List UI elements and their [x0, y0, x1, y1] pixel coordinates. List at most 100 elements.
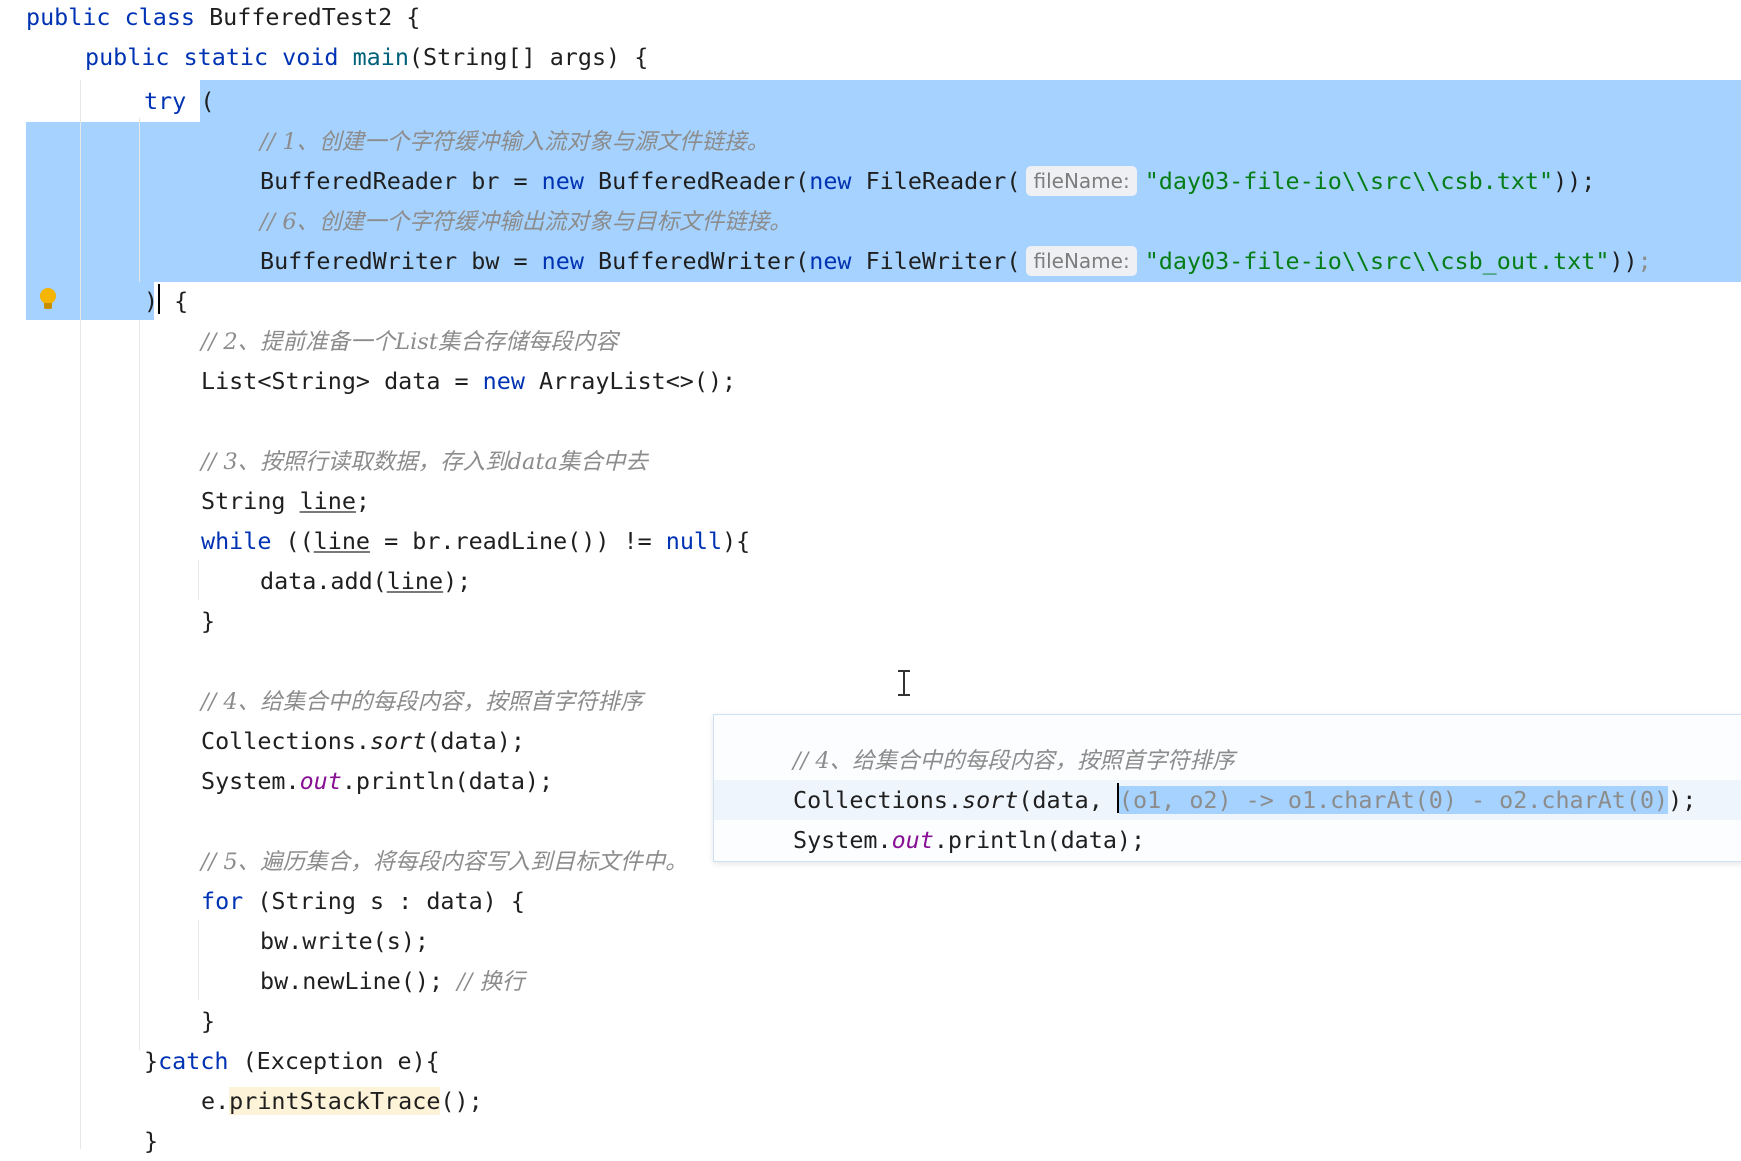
code-line: System.out.println(data);: [201, 761, 553, 801]
code-text: Collections.: [201, 727, 370, 755]
code-line: }: [201, 601, 215, 641]
static-field: out: [891, 826, 934, 854]
code-text: e.: [201, 1087, 230, 1115]
text-cursor-icon: [898, 670, 910, 696]
keyword: new: [809, 167, 852, 195]
code-text: bw.write(s);: [260, 927, 429, 955]
code-line: // 4、给集合中的每段内容，按照首字符排序: [201, 681, 643, 721]
selection-try-resources-top: [200, 80, 1741, 122]
keyword: try: [144, 87, 187, 115]
popup-code-line: Collections.sort(data, (o1, o2) -> o1.ch…: [793, 780, 1696, 820]
code-line: }: [144, 1121, 158, 1161]
indent-guide: [80, 80, 81, 1149]
code-text: ArrayList<>();: [524, 367, 737, 395]
code-text: )): [1609, 247, 1638, 275]
static-field: out: [299, 767, 342, 795]
code-line: ) {: [144, 281, 188, 321]
code-line: String line;: [201, 481, 370, 521]
code-line: // 1、创建一个字符缓冲输入流对象与源文件链接。: [260, 121, 769, 161]
code-text: BufferedReader(: [583, 167, 810, 195]
code-comment: // 4、给集合中的每段内容，按照首字符排序: [201, 689, 643, 715]
code-line: // 6、创建一个字符缓冲输出流对象与目标文件链接。: [260, 201, 792, 241]
code-line: public static void main(String[] args) {: [85, 37, 648, 77]
keyword: public class: [26, 3, 195, 31]
code-line: public class BufferedTest2 {: [26, 0, 420, 37]
code-text: data.add(: [260, 567, 387, 595]
code-comment: // 2、提前准备一个List集合存储每段内容: [201, 329, 618, 355]
code-line: for (String s : data) {: [201, 881, 525, 921]
code-comment: // 1、创建一个字符缓冲输入流对象与源文件链接。: [260, 129, 770, 155]
code-line: e.printStackTrace();: [201, 1081, 483, 1121]
indent-guide: [139, 118, 140, 282]
variable: line: [313, 527, 371, 555]
code-line: while ((line = br.readLine()) != null){: [201, 521, 750, 561]
method-name: sort: [370, 727, 427, 755]
keyword: while: [201, 527, 272, 555]
code-comment: // 6、创建一个字符缓冲输出流对象与目标文件链接。: [260, 209, 792, 235]
keyword: null: [665, 527, 723, 555]
indent-guide: [198, 920, 199, 1000]
code-text: List<String> data =: [201, 367, 483, 395]
code-text: (data);: [426, 727, 525, 755]
variable: line: [299, 487, 356, 515]
code-text: bw.newLine();: [260, 967, 458, 995]
code-text: {: [160, 287, 189, 315]
code-text: BufferedWriter(: [583, 247, 810, 275]
code-text: (String[] args) {: [408, 43, 649, 71]
code-line: Collections.sort(data);: [201, 721, 525, 761]
code-text: ();: [440, 1087, 483, 1115]
code-line: try (: [144, 81, 214, 121]
code-text: (: [186, 87, 215, 115]
code-text: String: [201, 487, 300, 515]
code-text: (String s : data) {: [243, 887, 525, 915]
code-text: }: [144, 1127, 159, 1155]
code-text: BufferedWriter bw =: [260, 247, 542, 275]
method-name: sort: [962, 786, 1019, 814]
code-text: ): [144, 287, 159, 315]
indent-guide: [139, 320, 140, 1050]
code-comment: // 5、遍历集合，将每段内容写入到目标文件中。: [201, 849, 688, 875]
string-literal: "day03-file-io\\src\\csb.txt": [1144, 167, 1554, 195]
code-text: );: [443, 567, 472, 595]
popup-code-line: // 4、给集合中的每段内容，按照首字符排序: [793, 740, 1235, 780]
code-text: Collections.: [793, 786, 962, 814]
code-text: );: [1668, 786, 1697, 814]
code-text: (Exception e){: [228, 1047, 440, 1075]
variable: line: [386, 567, 444, 595]
code-line: data.add(line);: [260, 561, 471, 601]
code-text: ;: [1637, 247, 1652, 275]
code-comment: // 4、给集合中的每段内容，按照首字符排序: [793, 748, 1235, 774]
code-line: // 5、遍历集合，将每段内容写入到目标文件中。: [201, 841, 688, 881]
code-text: = br.readLine()) !=: [370, 527, 666, 555]
code-text: BufferedReader br =: [260, 167, 542, 195]
code-preview-popup[interactable]: // 4、给集合中的每段内容，按照首字符排序 Collections.sort(…: [713, 714, 1741, 862]
code-line: BufferedWriter bw = new BufferedWriter(n…: [260, 241, 1652, 281]
code-text: System.: [201, 767, 300, 795]
string-literal: "day03-file-io\\src\\csb_out.txt": [1144, 247, 1610, 275]
code-text: .println(data);: [341, 767, 554, 795]
code-text: }: [144, 1047, 159, 1075]
code-line: bw.write(s);: [260, 921, 429, 961]
code-text: FileWriter(: [851, 247, 1021, 275]
code-text: }: [201, 1007, 216, 1035]
lightbulb-icon[interactable]: [40, 288, 56, 310]
code-line: List<String> data = new ArrayList<>();: [201, 361, 736, 401]
code-line: bw.newLine(); // 换行: [260, 961, 524, 1001]
code-text: (data,: [1018, 786, 1117, 814]
code-text: System.: [793, 826, 892, 854]
code-text: BufferedTest2 {: [195, 3, 421, 31]
code-editor[interactable]: public class BufferedTest2 { public stat…: [0, 0, 1741, 1155]
method-name: main: [338, 43, 409, 71]
keyword: new: [482, 367, 525, 395]
keyword: for: [201, 887, 244, 915]
code-text: ));: [1553, 167, 1596, 195]
code-line: // 3、按照行读取数据，存入到data集合中去: [201, 441, 648, 481]
keyword: new: [541, 247, 584, 275]
code-text: ){: [722, 527, 751, 555]
popup-code-line: System.out.println(data);: [793, 820, 1145, 860]
code-text: ;: [355, 487, 371, 515]
keyword: public static void: [85, 43, 339, 71]
code-text: FileReader(: [851, 167, 1021, 195]
code-line: }catch (Exception e){: [144, 1041, 440, 1081]
code-line: BufferedReader br = new BufferedReader(n…: [260, 161, 1595, 201]
